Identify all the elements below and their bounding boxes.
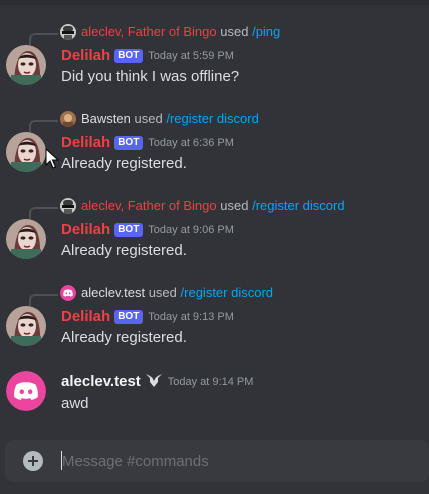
mouse-cursor-icon [45, 147, 60, 170]
message-content: awd [61, 395, 89, 412]
reply-connector [29, 294, 58, 306]
reply-username[interactable]: aleclev, Father of Bingo [81, 198, 217, 213]
reply-command[interactable]: /register discord [252, 198, 344, 213]
timestamp[interactable]: Today at 5:59 PM [148, 50, 234, 62]
message-header: Delilah BOT Today at 9:06 PM [61, 220, 234, 240]
bawsten-avatar-icon[interactable] [60, 111, 76, 127]
reply-connector [29, 33, 58, 45]
message-content: Already registered. [61, 242, 187, 259]
message-content: Already registered. [61, 155, 187, 172]
message-content: Did you think I was offline? [61, 68, 240, 85]
bot-tag: BOT [114, 136, 144, 150]
message-header: aleclev.test Today at 9:14 PM [61, 372, 253, 392]
discord-avatar-icon[interactable] [60, 285, 76, 301]
reply-command[interactable]: /register discord [181, 285, 273, 300]
reply-used-label: used [134, 111, 163, 126]
reply-summary: Bawsten used /register discord [81, 111, 259, 127]
timestamp[interactable]: Today at 9:06 PM [148, 224, 234, 236]
message-composer [5, 440, 429, 482]
author-name[interactable]: Delilah [61, 221, 110, 238]
discord-avatar-icon[interactable] [6, 371, 46, 411]
reply-summary: aleclev, Father of Bingo used /register … [81, 198, 345, 214]
avatar[interactable] [6, 132, 46, 172]
author-name[interactable]: Delilah [61, 134, 110, 151]
bot-tag: BOT [114, 223, 144, 237]
timestamp[interactable]: Today at 9:14 PM [168, 376, 254, 388]
message-feed[interactable]: aleclev, Father of Bingo used /ping Deli… [0, 0, 429, 440]
reply-command[interactable]: /register discord [166, 111, 258, 126]
reply-used-label: used [220, 24, 249, 39]
reply-command[interactable]: /ping [252, 24, 280, 39]
reply-username[interactable]: aleclev.test [81, 285, 145, 300]
message-input[interactable] [61, 440, 422, 482]
reply-connector [29, 207, 58, 219]
bot-tag: BOT [114, 310, 144, 324]
timestamp[interactable]: Today at 6:36 PM [148, 137, 234, 149]
timestamp[interactable]: Today at 9:13 PM [148, 311, 234, 323]
message-header: Delilah BOT Today at 5:59 PM [61, 46, 234, 66]
author-name[interactable]: Delilah [61, 47, 110, 64]
bot-tag: BOT [114, 49, 144, 63]
reply-username[interactable]: Bawsten [81, 111, 131, 126]
message-header: Delilah BOT Today at 6:36 PM [61, 133, 234, 153]
message-header: Delilah BOT Today at 9:13 PM [61, 307, 234, 327]
avatar[interactable] [6, 45, 46, 85]
avatar[interactable] [6, 306, 46, 346]
reply-connector [29, 120, 58, 132]
avatar[interactable] [6, 219, 46, 259]
sunglasses-avatar-icon[interactable] [60, 198, 76, 214]
reply-summary: aleclev.test used /register discord [81, 285, 273, 301]
reply-used-label: used [148, 285, 177, 300]
author-name[interactable]: Delilah [61, 308, 110, 325]
reply-summary: aleclev, Father of Bingo used /ping [81, 24, 280, 40]
text-caret [61, 451, 62, 470]
reply-username[interactable]: aleclev, Father of Bingo [81, 24, 217, 39]
author-name[interactable]: aleclev.test [61, 373, 141, 390]
destiny-badge-icon[interactable] [145, 372, 163, 388]
message-content: Already registered. [61, 329, 187, 346]
sunglasses-avatar-icon[interactable] [60, 24, 76, 40]
plus-circle-icon[interactable] [23, 451, 43, 471]
reply-used-label: used [220, 198, 249, 213]
